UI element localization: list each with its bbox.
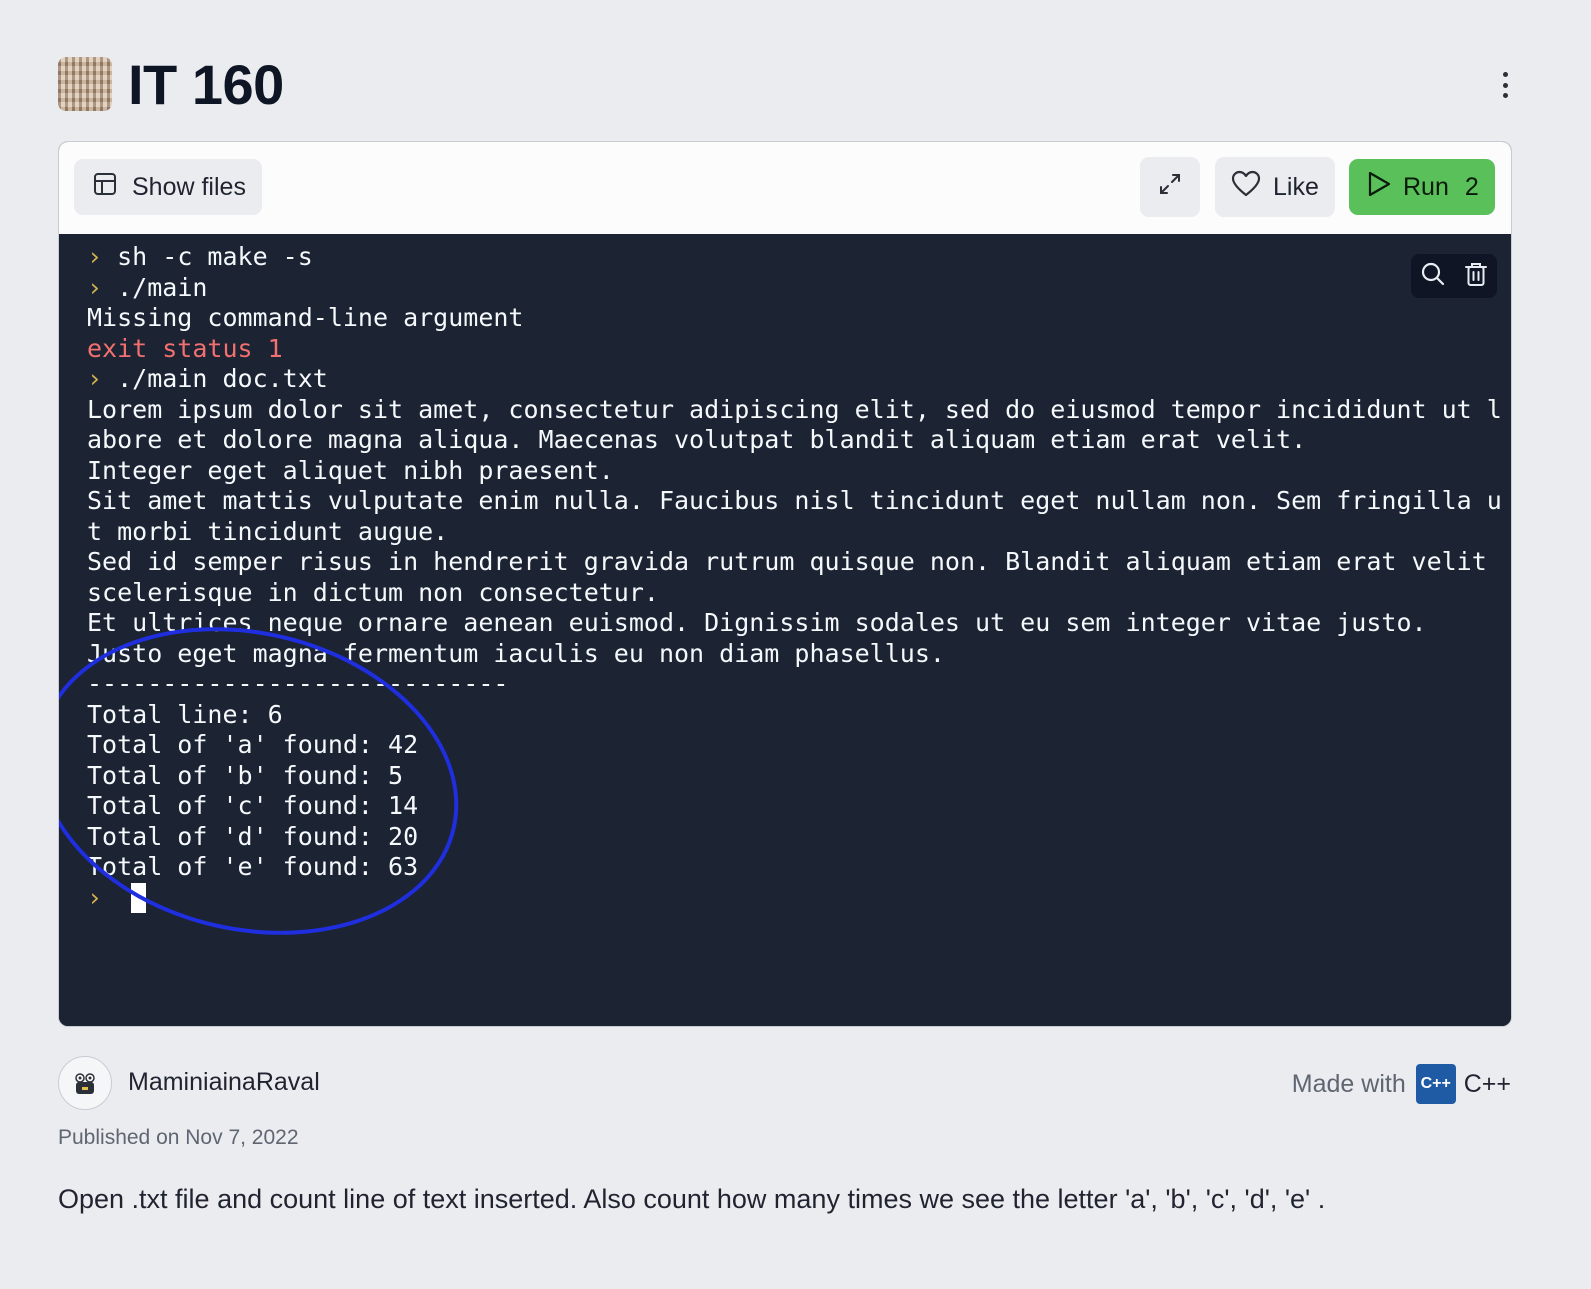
console-line: scelerisque in dictum non consectetur.: [87, 578, 1487, 609]
console-text: ----------------------------: [87, 669, 509, 698]
repl-header: IT 160: [58, 52, 1533, 116]
description: Open .txt file and count line of text in…: [58, 1184, 1326, 1214]
console-command: ./main doc.txt: [117, 364, 328, 393]
console-line: Justo eget magna fermentum iaculis eu no…: [87, 639, 1487, 670]
console-line: › ./main: [87, 273, 1487, 304]
language-name[interactable]: C++: [1464, 1070, 1511, 1099]
files-icon: [92, 171, 118, 204]
console-text: Integer eget aliquet nibh praesent.: [87, 455, 614, 485]
like-button[interactable]: Like: [1215, 157, 1335, 217]
console-line: t morbi tincidunt augue.: [87, 517, 1487, 548]
prompt-chevron-icon: ›: [87, 242, 118, 271]
console-command: sh -c make -s: [117, 242, 313, 271]
page-title: IT 160: [128, 52, 284, 116]
author-name[interactable]: MaminiainaRaval: [128, 1068, 320, 1097]
console-line: › ./main doc.txt: [87, 364, 1487, 395]
heart-icon: [1231, 170, 1261, 205]
repl-panel: Show files Like Run 2 › sh -c make -s › …: [58, 141, 1512, 1027]
console-line: Et ultrices neque ornare aenean euismod.…: [87, 608, 1487, 639]
console-text: Sit amet mattis vulputate enim nulla. Fa…: [87, 486, 1502, 515]
like-label: Like: [1273, 172, 1319, 201]
console-text: Total of 'a' found: 42: [87, 730, 419, 759]
toolbar: Show files Like Run 2: [59, 142, 1511, 234]
console-error: exit status 1: [87, 333, 283, 363]
console-text: Total of 'd' found: 20: [87, 821, 419, 851]
prompt-chevron-icon: ›: [87, 364, 118, 393]
show-files-button[interactable]: Show files: [74, 159, 262, 215]
avatar[interactable]: [58, 1056, 112, 1110]
search-icon[interactable]: [1420, 261, 1446, 292]
console-line: abore et dolore magna aliqua. Maecenas v…: [87, 425, 1487, 456]
expand-icon: [1157, 171, 1183, 204]
console-line: Total of 'd' found: 20: [87, 822, 1487, 853]
prompt-chevron-icon: ›: [87, 882, 118, 912]
console-line: ----------------------------: [87, 669, 1487, 700]
console-cursor[interactable]: [131, 882, 147, 913]
made-with: Made with C++ C++: [1292, 1064, 1511, 1104]
console-line: Sed id semper risus in hendrerit gravida…: [87, 547, 1487, 578]
console[interactable]: › sh -c make -s › ./main Missing command-l…: [59, 234, 1511, 1026]
console-line: ›: [87, 882, 1487, 914]
console-text: Missing command-line argument: [87, 303, 524, 332]
console-text: Lorem ipsum dolor sit amet, consectetur …: [87, 394, 1502, 424]
console-command: ./main: [117, 272, 208, 302]
console-text: Justo eget magna fermentum iaculis eu no…: [87, 638, 945, 668]
run-count: 2: [1464, 172, 1479, 201]
console-text: t morbi tincidunt augue.: [87, 516, 449, 546]
prompt-chevron-icon: ›: [87, 272, 118, 302]
trash-icon[interactable]: [1464, 261, 1488, 292]
console-text: Sed id semper risus in hendrerit gravida…: [87, 547, 1487, 576]
play-icon: [1367, 171, 1391, 204]
console-line: Lorem ipsum dolor sit amet, consectetur …: [87, 395, 1502, 426]
console-text: Total of 'e' found: 63: [87, 852, 419, 881]
console-line: Total of 'c' found: 14: [87, 791, 1487, 822]
console-text: Total line: 6: [87, 699, 283, 729]
console-text: scelerisque in dictum non consectetur.: [87, 577, 659, 607]
console-line: Total line: 6: [87, 700, 1487, 731]
console-text: Et ultrices neque ornare aenean euismod.…: [87, 608, 1427, 637]
show-files-label: Show files: [132, 172, 246, 201]
console-line: Missing command-line argument: [87, 303, 1487, 334]
run-button[interactable]: Run 2: [1349, 159, 1495, 215]
cpp-language-icon: C++: [1415, 1064, 1456, 1104]
repl-meta: MaminiainaRaval Made with C++ C++: [58, 1056, 1511, 1112]
console-line: › sh -c make -s: [87, 242, 1487, 273]
console-text: Total of 'b' found: 5: [87, 760, 404, 790]
console-line: Total of 'e' found: 63: [87, 852, 1487, 883]
run-label: Run: [1403, 172, 1449, 201]
console-line: Integer eget aliquet nibh praesent.: [87, 456, 1487, 487]
expand-button[interactable]: [1140, 157, 1200, 217]
console-text: abore et dolore magna aliqua. Maecenas v…: [87, 425, 1307, 454]
console-line: exit status 1: [87, 334, 1487, 365]
console-output: › sh -c make -s › ./main Missing command-l…: [87, 242, 1502, 914]
console-line: Total of 'a' found: 42: [87, 730, 1487, 761]
console-line: Total of 'b' found: 5: [87, 761, 1487, 792]
repl-icon: [58, 57, 112, 111]
published-date: Published on Nov 7, 2022: [58, 1126, 299, 1149]
made-with-label: Made with: [1291, 1069, 1406, 1098]
console-line: Sit amet mattis vulputate enim nulla. Fa…: [87, 486, 1502, 517]
console-tools: [1411, 254, 1497, 298]
more-options-icon[interactable]: [1491, 68, 1519, 102]
console-text: Total of 'c' found: 14: [87, 791, 419, 820]
